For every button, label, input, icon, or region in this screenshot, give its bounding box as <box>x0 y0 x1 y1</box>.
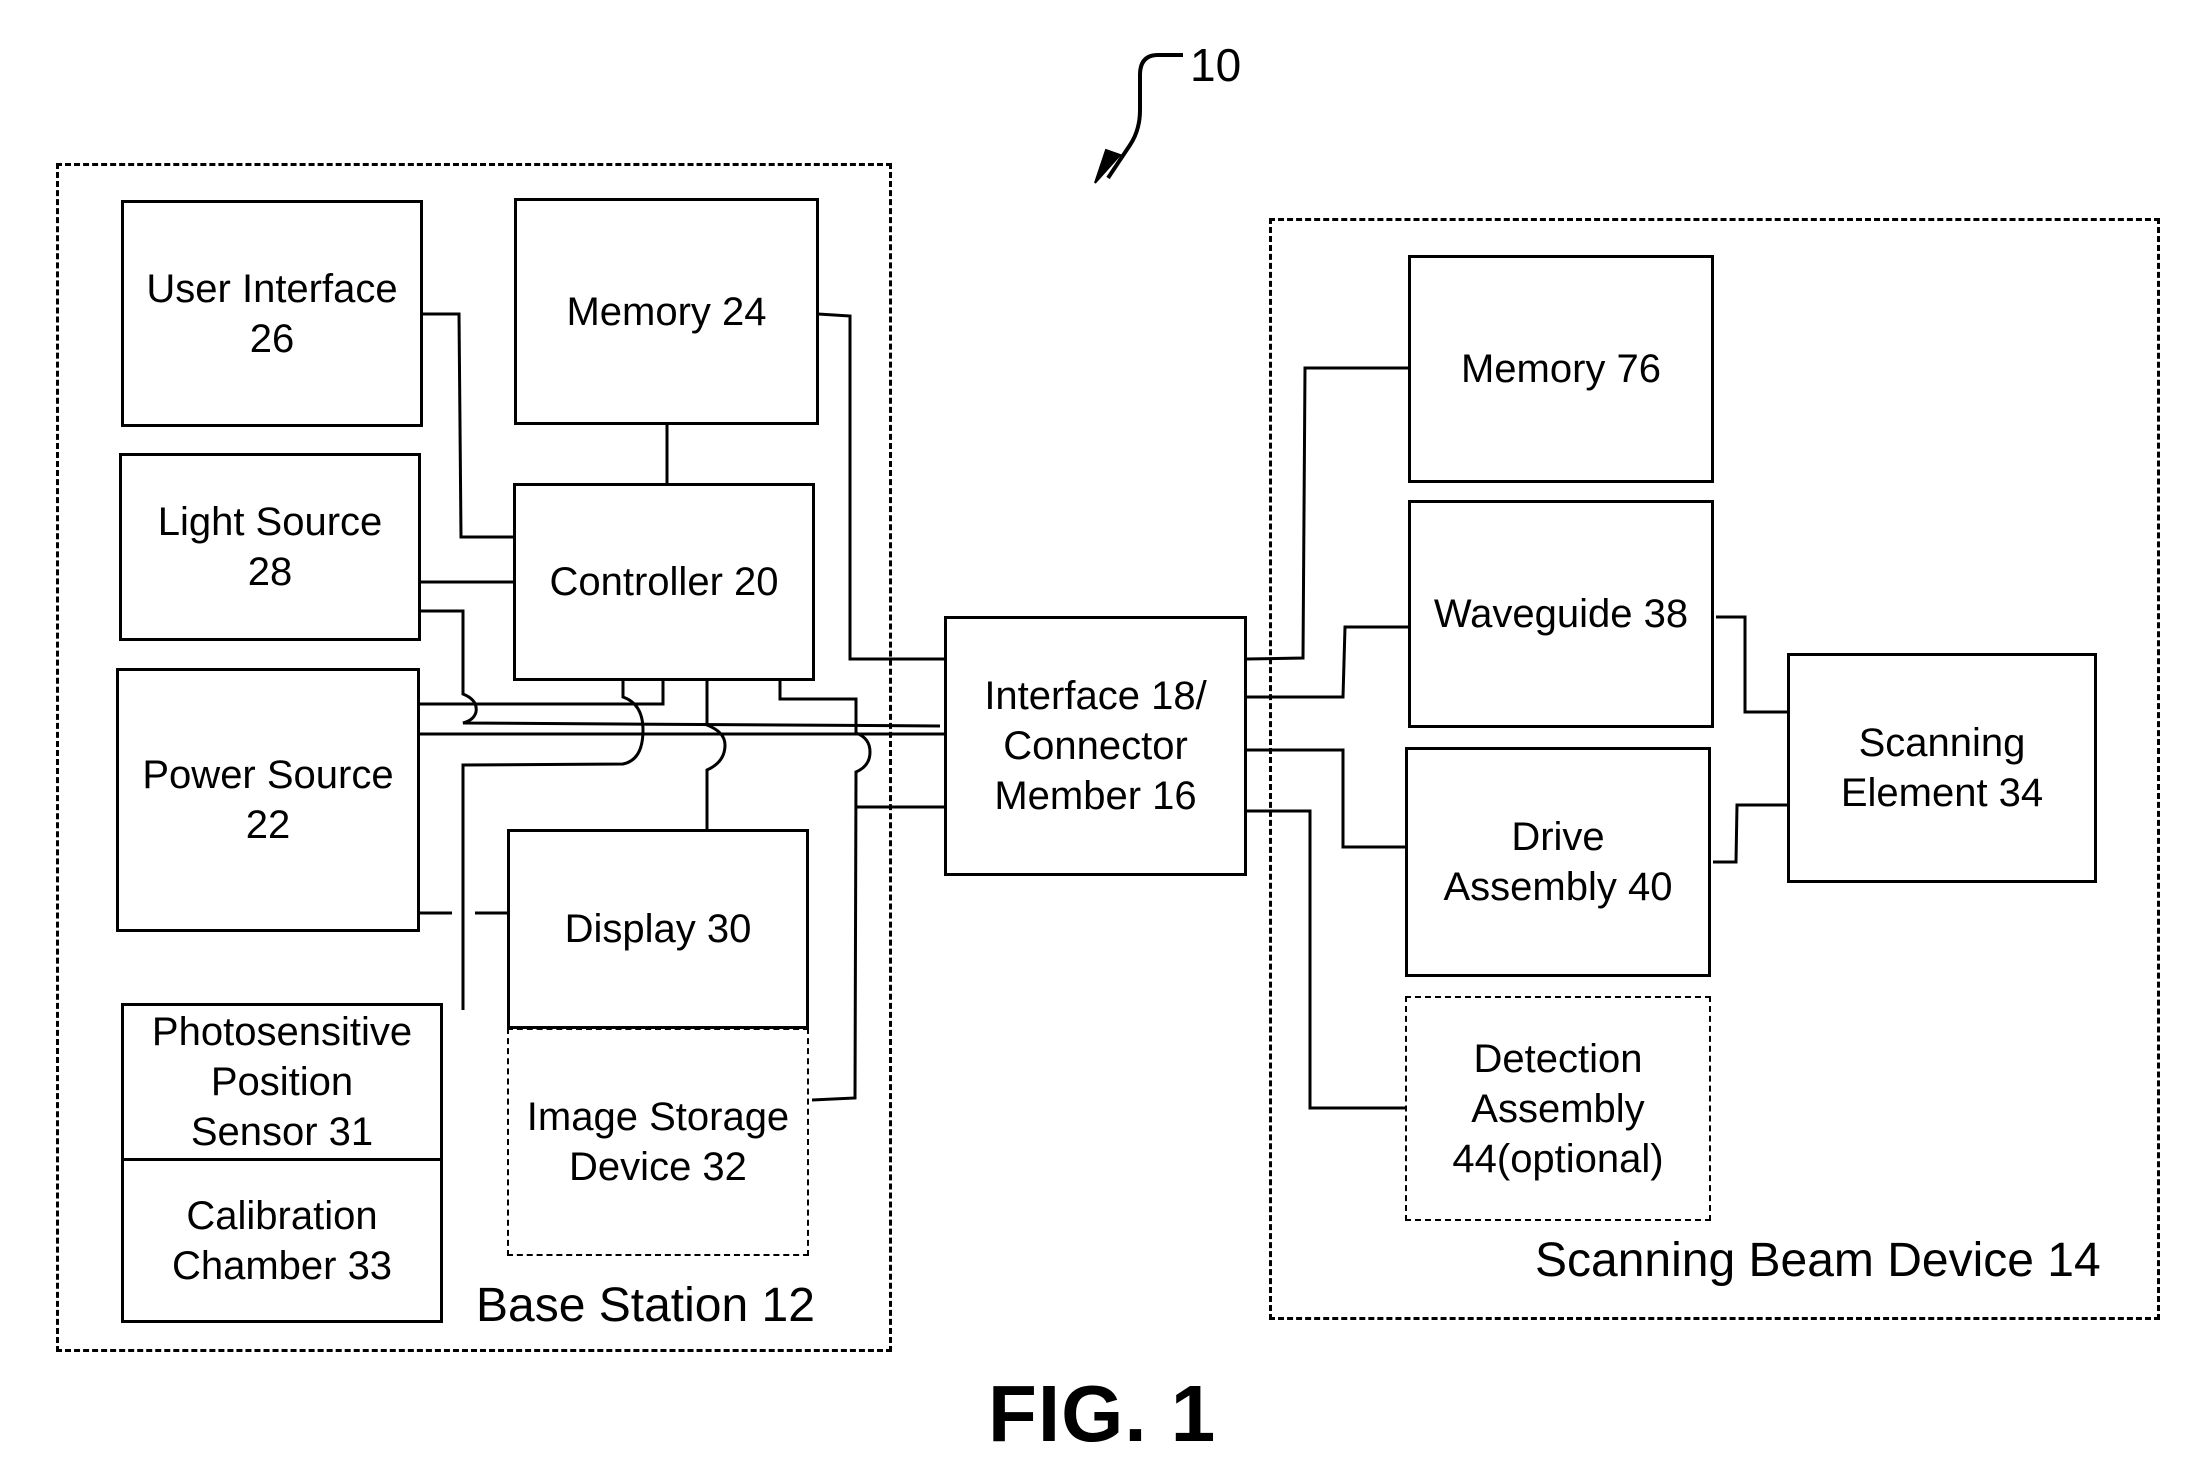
interface-connector-block: Interface 18/ Connector Member 16 <box>944 616 1247 876</box>
sensor-calibration-block: Photosensitive Position Sensor 31 Calibr… <box>121 1003 443 1323</box>
controller-block: Controller 20 <box>513 483 815 681</box>
block-diagram: 10 Base Station 12 User Interface 26 Mem… <box>0 0 2191 1467</box>
reference-arrow-line <box>1106 53 1183 180</box>
drive-assembly-block: Drive Assembly 40 <box>1405 747 1711 977</box>
power-source-block: Power Source 22 <box>116 668 420 932</box>
base-station-label: Base Station 12 <box>476 1279 815 1332</box>
scanning-element-block: Scanning Element 34 <box>1787 653 2097 883</box>
memory-76-block: Memory 76 <box>1408 255 1714 483</box>
user-interface-block: User Interface 26 <box>121 200 423 427</box>
reference-number: 10 <box>1190 39 1242 91</box>
scanning-beam-device-label: Scanning Beam Device 14 <box>1535 1234 2101 1287</box>
image-storage-block: Image Storage Device 32 <box>507 1028 809 1256</box>
memory-24-block: Memory 24 <box>514 198 819 425</box>
display-block: Display 30 <box>507 829 809 1029</box>
waveguide-block: Waveguide 38 <box>1408 500 1714 728</box>
light-source-block: Light Source 28 <box>119 453 421 641</box>
calibration-chamber-block: Calibration Chamber 33 <box>171 1193 393 1288</box>
position-sensor-block: Photosensitive Position Sensor 31 <box>151 1010 413 1154</box>
detection-assembly-block: Detection Assembly 44(optional) <box>1405 996 1711 1221</box>
figure-caption: FIG. 1 <box>988 1369 1217 1458</box>
